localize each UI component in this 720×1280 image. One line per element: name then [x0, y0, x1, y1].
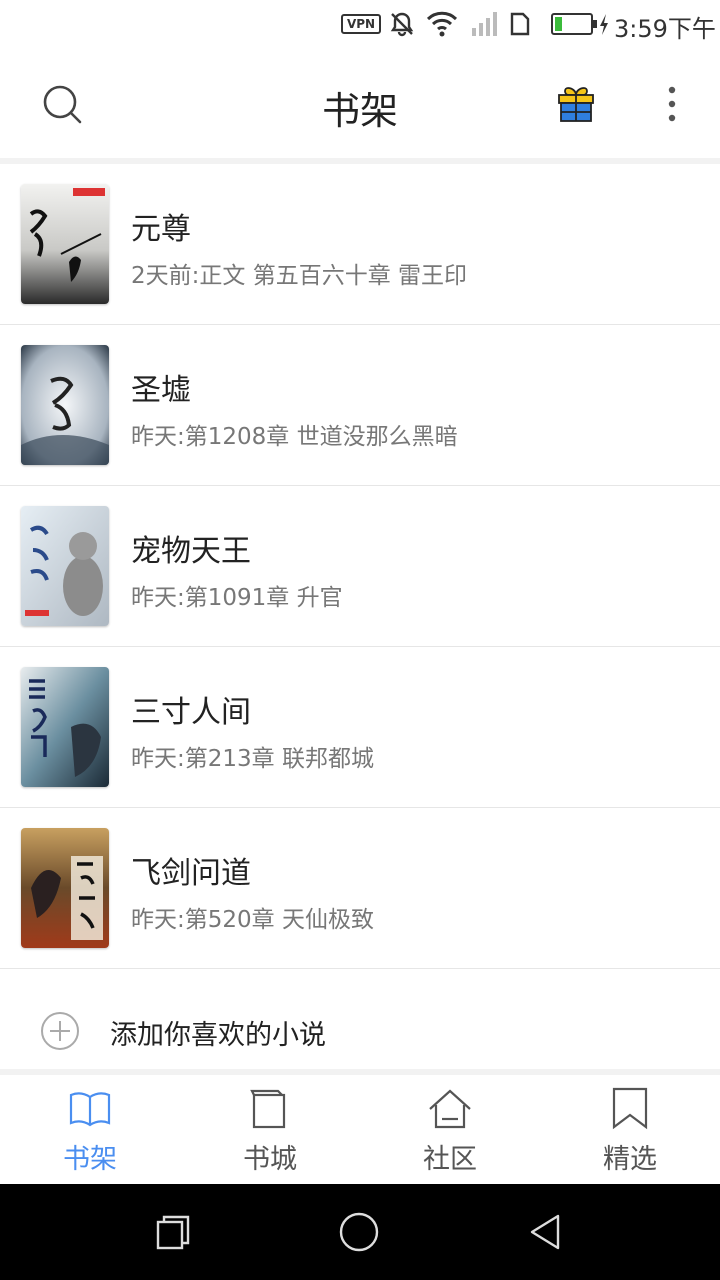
book-title: 元尊 — [131, 212, 191, 247]
book-cover — [21, 667, 109, 787]
battery-icon — [551, 13, 597, 35]
book-cover — [21, 184, 109, 304]
book-item[interactable]: 飞剑问道 昨天:第520章 天仙极致 — [0, 808, 720, 969]
vpn-icon: VPN — [341, 14, 381, 34]
book-title: 宠物天王 — [131, 534, 251, 569]
recents-icon[interactable] — [150, 1210, 194, 1254]
book-item[interactable]: 三寸人间 昨天:第213章 联邦都城 — [0, 647, 720, 808]
tab-community[interactable]: 社区 — [360, 1075, 540, 1184]
tab-bookstore[interactable]: 书城 — [180, 1075, 360, 1184]
more-vertical-icon[interactable] — [660, 82, 684, 126]
tab-featured[interactable]: 精选 — [540, 1075, 720, 1184]
notifications-off-icon — [390, 12, 414, 37]
home-circle-icon[interactable] — [337, 1210, 381, 1254]
wifi-icon — [426, 11, 458, 37]
back-icon[interactable] — [524, 1210, 568, 1254]
book-latest-chapter: 昨天:第1091章 升官 — [131, 585, 343, 611]
book-item[interactable]: 宠物天王 昨天:第1091章 升官 — [0, 486, 720, 647]
add-book-label: 添加你喜欢的小说 — [110, 1020, 326, 1051]
book-latest-chapter: 昨天:第1208章 世道没那么黑暗 — [131, 424, 458, 450]
tab-label: 书城 — [243, 1144, 297, 1175]
tab-label: 书架 — [63, 1144, 117, 1175]
book-cover — [21, 828, 109, 948]
bookmark-icon — [612, 1087, 648, 1130]
bottom-tab-bar: 书架 书城 社区 精选 — [0, 1075, 720, 1184]
book-title: 三寸人间 — [131, 695, 251, 730]
book-title: 飞剑问道 — [131, 856, 251, 891]
charging-icon — [600, 14, 608, 35]
tab-bookshelf[interactable]: 书架 — [0, 1075, 180, 1184]
book-title: 圣墟 — [131, 373, 191, 408]
book-item[interactable]: 圣墟 昨天:第1208章 世道没那么黑暗 — [0, 325, 720, 486]
status-bar: VPN 3:59下午 — [0, 0, 720, 48]
status-time: 3:59下午 — [614, 15, 716, 43]
books-icon — [250, 1089, 286, 1129]
page-title: 书架 — [321, 89, 398, 133]
book-item[interactable]: 元尊 2天前:正文 第五百六十章 雷王印 — [0, 164, 720, 325]
book-latest-chapter: 昨天:第213章 联邦都城 — [131, 746, 374, 772]
system-nav-bar — [0, 1184, 720, 1280]
book-latest-chapter: 昨天:第520章 天仙极致 — [131, 907, 374, 933]
sim-icon — [510, 12, 530, 36]
app-header: 书架 — [0, 48, 720, 158]
book-latest-chapter: 2天前:正文 第五百六十章 雷王印 — [131, 263, 468, 289]
add-book-row[interactable]: 添加你喜欢的小说 — [0, 969, 720, 1069]
signal-icon — [472, 12, 497, 36]
tab-label: 社区 — [423, 1144, 477, 1175]
plus-circle-icon — [41, 1012, 79, 1050]
gift-icon[interactable] — [556, 84, 596, 124]
home-icon — [429, 1089, 471, 1129]
book-cover — [21, 345, 109, 465]
tab-label: 精选 — [603, 1144, 657, 1175]
bookshelf-list: 元尊 2天前:正文 第五百六十章 雷王印 圣墟 昨天:第1208章 世道没那么黑… — [0, 164, 720, 969]
open-book-icon — [69, 1092, 111, 1127]
book-cover — [21, 506, 109, 626]
